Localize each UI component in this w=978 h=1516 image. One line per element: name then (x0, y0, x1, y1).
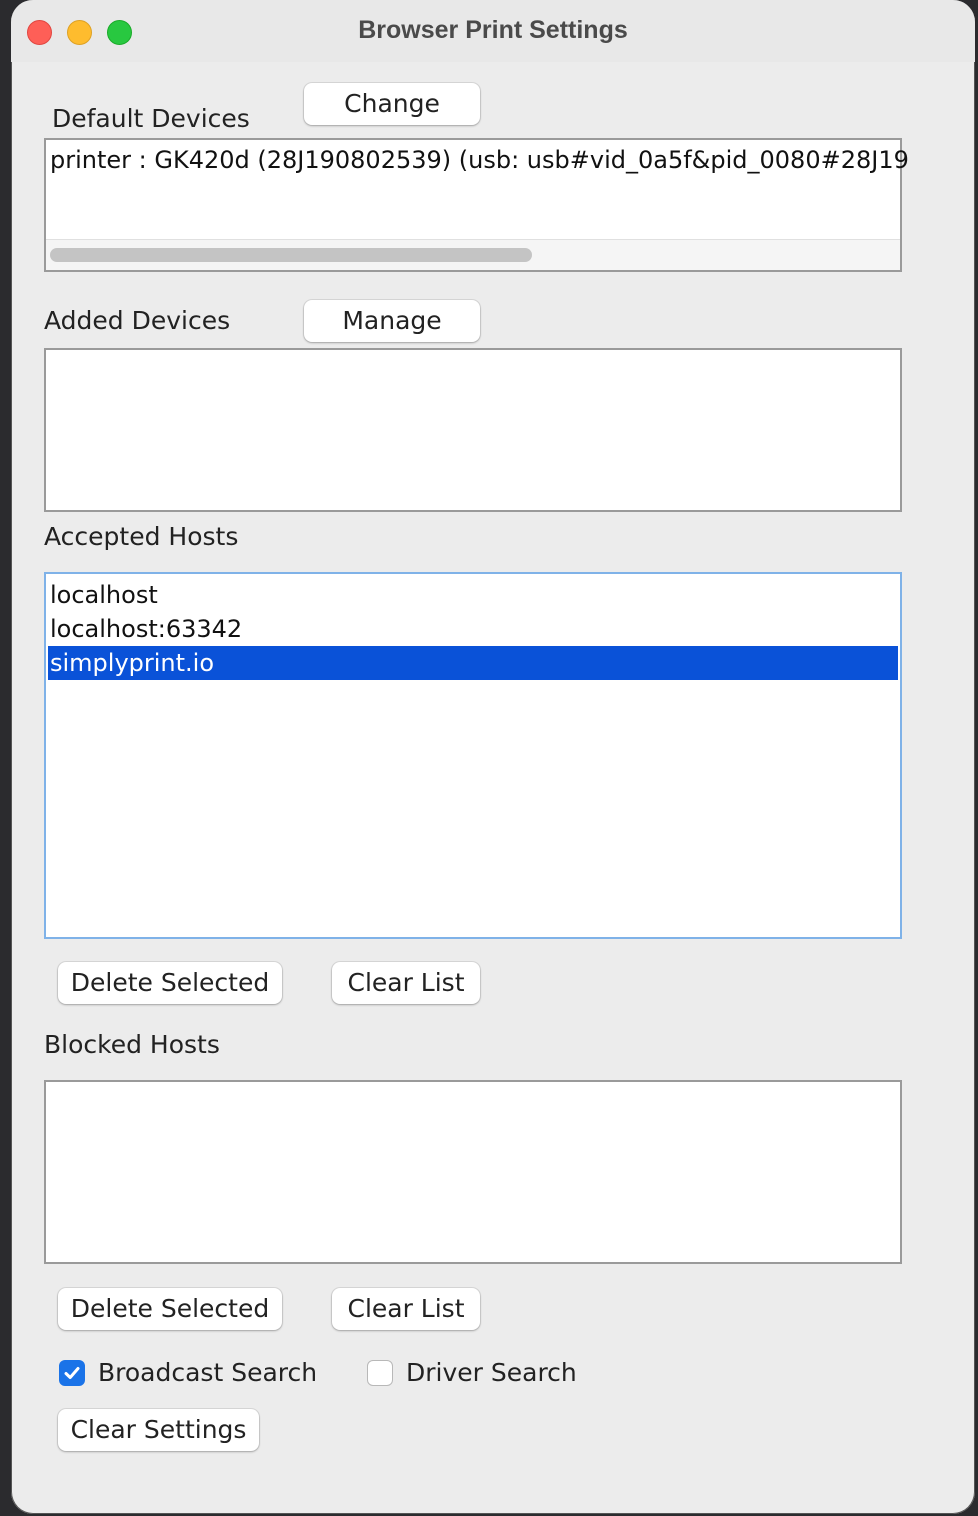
change-button[interactable]: Change (304, 83, 480, 125)
blocked-hosts-list[interactable] (44, 1080, 902, 1264)
title-bar: Browser Print Settings (11, 0, 975, 62)
driver-search-label[interactable]: Driver Search (406, 1358, 577, 1387)
accepted-hosts-list[interactable]: localhost localhost:63342 simplyprint.io (44, 572, 902, 939)
blocked-hosts-label: Blocked Hosts (44, 1030, 220, 1059)
window-title: Browser Print Settings (358, 16, 628, 44)
driver-search-checkbox[interactable] (367, 1360, 393, 1386)
default-devices-box: printer : GK420d (28J190802539) (usb: us… (44, 138, 909, 272)
blocked-clear-list-button[interactable]: Clear List (332, 1288, 480, 1330)
horizontal-scrollbar[interactable] (46, 239, 900, 270)
clear-settings-button[interactable]: Clear Settings (58, 1409, 259, 1451)
checkmark-icon (64, 1367, 80, 1379)
blocked-delete-selected-button[interactable]: Delete Selected (58, 1288, 282, 1330)
accepted-hosts-label: Accepted Hosts (44, 522, 239, 551)
accepted-delete-selected-button[interactable]: Delete Selected (58, 962, 282, 1004)
broadcast-search-label[interactable]: Broadcast Search (98, 1358, 317, 1387)
list-item[interactable]: localhost (48, 578, 898, 612)
added-devices-list[interactable] (44, 348, 902, 512)
accepted-clear-list-button[interactable]: Clear List (332, 962, 480, 1004)
list-item[interactable]: localhost:63342 (48, 612, 898, 646)
list-item-selected[interactable]: simplyprint.io (48, 646, 898, 680)
manage-button[interactable]: Manage (304, 300, 480, 342)
added-devices-label: Added Devices (44, 306, 231, 335)
settings-window: Browser Print Settings Default Devices C… (11, 0, 975, 1514)
default-device-entry[interactable]: printer : GK420d (28J190802539) (usb: us… (50, 146, 909, 174)
default-devices-label: Default Devices (52, 104, 250, 133)
broadcast-search-checkbox[interactable] (59, 1360, 85, 1386)
scrollbar-thumb[interactable] (50, 248, 532, 262)
